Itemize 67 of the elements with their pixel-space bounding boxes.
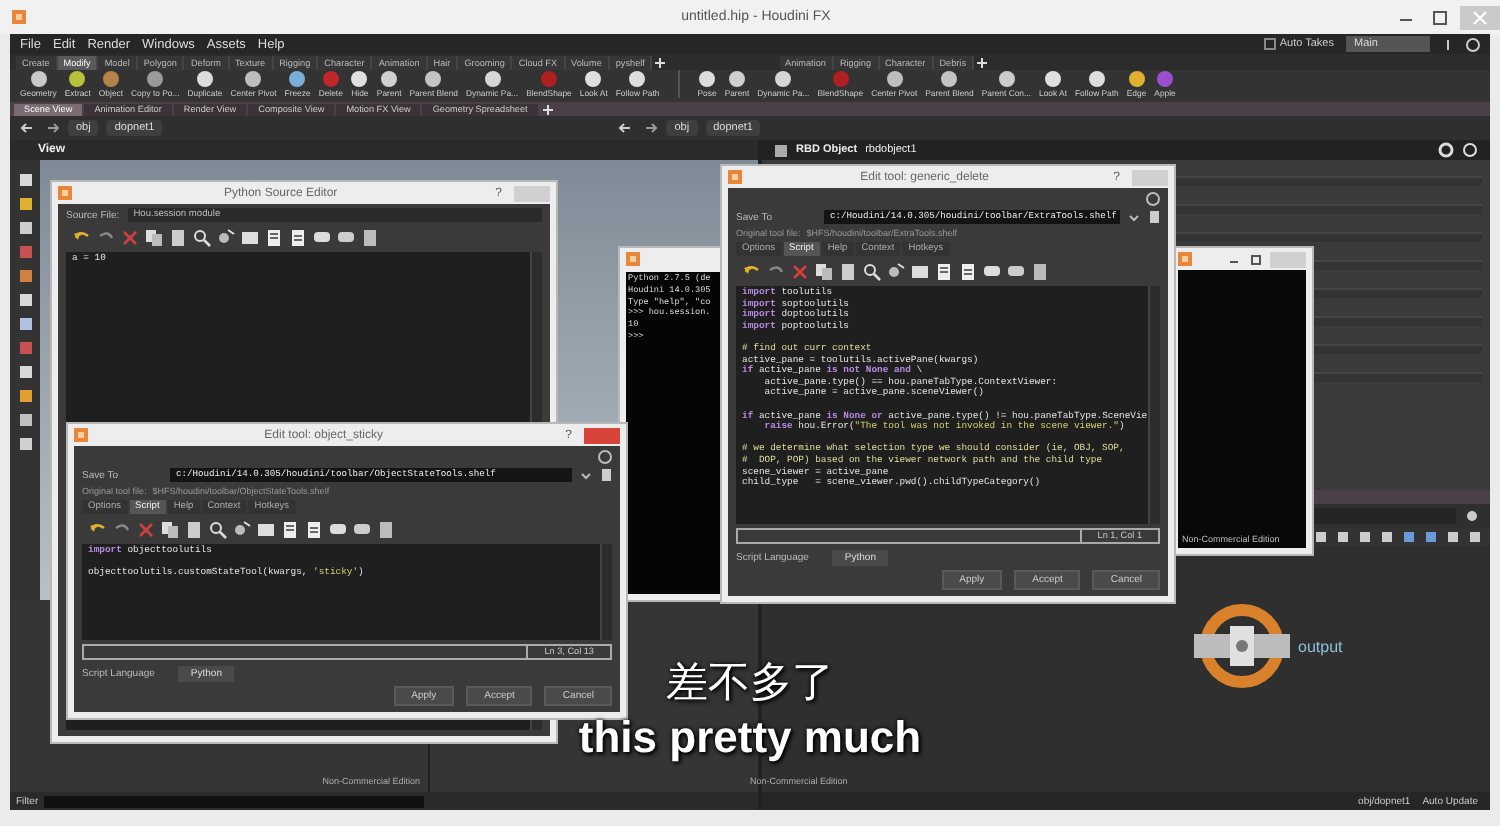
square-icon[interactable] — [17, 268, 33, 284]
add-icon[interactable] — [652, 55, 669, 69]
app-icon — [728, 170, 742, 184]
page-icon[interactable] — [910, 261, 930, 281]
search-icon[interactable] — [192, 227, 212, 247]
square-icon[interactable] — [1468, 530, 1482, 544]
paste-icon[interactable] — [168, 227, 188, 247]
square-icon[interactable] — [1380, 530, 1394, 544]
page-icon[interactable] — [256, 519, 276, 539]
page-icon[interactable] — [958, 261, 978, 281]
square-icon[interactable] — [1446, 530, 1460, 544]
square-icon[interactable] — [1314, 530, 1328, 544]
square-icon[interactable] — [1402, 530, 1416, 544]
subtitle-text: 差不多了 — [666, 656, 834, 708]
code-editor[interactable] — [736, 286, 1160, 524]
add-icon[interactable] — [539, 103, 556, 115]
gear-icon[interactable] — [1438, 142, 1454, 158]
paste-icon[interactable] — [184, 519, 204, 539]
add-icon[interactable] — [974, 55, 990, 69]
square-icon[interactable] — [17, 292, 33, 308]
back-icon[interactable] — [618, 120, 635, 136]
page-icon[interactable] — [264, 227, 284, 247]
search-icon[interactable] — [208, 519, 228, 539]
pin-icon[interactable] — [1464, 508, 1480, 524]
square-icon[interactable] — [1336, 530, 1350, 544]
square-icon[interactable] — [17, 412, 33, 428]
square-icon[interactable] — [17, 436, 33, 452]
page-icon[interactable] — [360, 227, 380, 247]
square-icon[interactable] — [17, 316, 33, 332]
square-icon[interactable] — [17, 220, 33, 236]
paste-icon[interactable] — [838, 261, 858, 281]
node-label: output — [1298, 637, 1343, 655]
page-icon[interactable] — [280, 519, 300, 539]
square-icon[interactable] — [1358, 530, 1372, 544]
square-icon[interactable] — [17, 364, 33, 380]
file-icon[interactable] — [1148, 210, 1160, 224]
app-icon — [1178, 252, 1192, 266]
checkbox[interactable] — [1263, 38, 1276, 50]
page-icon[interactable] — [240, 227, 260, 247]
square-icon[interactable] — [17, 196, 33, 212]
filter-field[interactable] — [44, 795, 425, 807]
caret-icon[interactable] — [1128, 211, 1140, 223]
app-icon — [74, 428, 88, 442]
close-button[interactable] — [584, 427, 620, 443]
page-icon[interactable] — [288, 227, 308, 247]
search-icon[interactable] — [862, 261, 882, 281]
square-icon[interactable] — [17, 388, 33, 404]
copy-icon[interactable] — [814, 261, 834, 281]
app-icon — [58, 186, 72, 200]
page-icon[interactable] — [1030, 261, 1050, 281]
square-icon[interactable] — [1424, 530, 1438, 544]
subtitle-text: this pretty much — [578, 712, 922, 764]
maximize-icon[interactable] — [1248, 251, 1264, 267]
caret-icon[interactable] — [580, 469, 592, 481]
file-icon[interactable] — [600, 468, 612, 482]
page-icon[interactable] — [304, 519, 324, 539]
copy-icon[interactable] — [144, 227, 164, 247]
forward-icon[interactable] — [642, 120, 659, 136]
square-icon[interactable] — [17, 172, 33, 188]
app-icon — [626, 252, 640, 266]
back-icon[interactable] — [20, 120, 36, 136]
copy-icon[interactable] — [160, 519, 180, 539]
page-icon[interactable] — [934, 261, 954, 281]
forward-icon[interactable] — [44, 120, 60, 136]
app-icon — [12, 10, 26, 24]
node-drawing[interactable] — [1190, 602, 1294, 690]
page-icon[interactable] — [376, 519, 396, 539]
